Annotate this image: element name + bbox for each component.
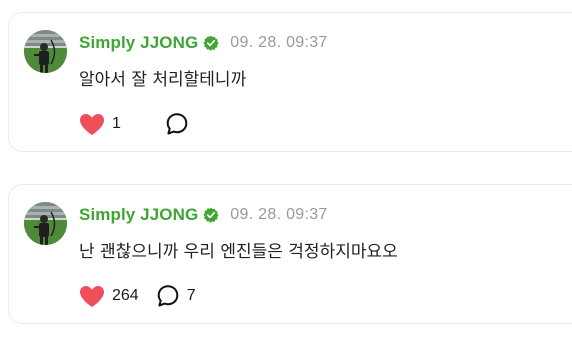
- heart-icon: [80, 285, 104, 307]
- reply-button[interactable]: [165, 112, 196, 136]
- like-count: 264: [112, 287, 139, 304]
- timestamp: 09. 28. 09:37: [230, 34, 328, 51]
- comment-actions: 264 7: [79, 284, 196, 308]
- like-button[interactable]: 264: [79, 285, 139, 308]
- username[interactable]: Simply JJONG: [79, 33, 198, 53]
- heart-icon: [80, 113, 104, 135]
- comment-header: Simply JJONG 09. 28. 09:37: [79, 203, 328, 227]
- comment-feed: Simply JJONG 09. 28. 09:37 알아서 잘 처리할테니까 …: [0, 0, 572, 344]
- like-button[interactable]: 1: [79, 113, 121, 136]
- comment-text: 알아서 잘 처리할테니까: [79, 70, 247, 90]
- like-count: 1: [112, 115, 121, 132]
- comment-header: Simply JJONG 09. 28. 09:37: [79, 31, 328, 55]
- verified-check-icon: [203, 207, 219, 223]
- verified-check-icon: [203, 35, 219, 51]
- timestamp: 09. 28. 09:37: [230, 206, 328, 223]
- avatar[interactable]: [24, 202, 67, 245]
- comment-card: Simply JJONG 09. 28. 09:37 난 괜찮으니까 우리 엔진…: [8, 184, 572, 324]
- comment-actions: 1: [79, 112, 196, 136]
- username[interactable]: Simply JJONG: [79, 205, 198, 225]
- comment-text: 난 괜찮으니까 우리 엔진들은 걱정하지마요오: [79, 242, 398, 262]
- avatar[interactable]: [24, 30, 67, 73]
- reply-button[interactable]: 7: [156, 284, 196, 308]
- speech-bubble-icon: [166, 113, 188, 135]
- reply-count: 7: [186, 287, 196, 304]
- comment-card: Simply JJONG 09. 28. 09:37 알아서 잘 처리할테니까 …: [8, 12, 572, 152]
- speech-bubble-icon: [157, 285, 179, 307]
